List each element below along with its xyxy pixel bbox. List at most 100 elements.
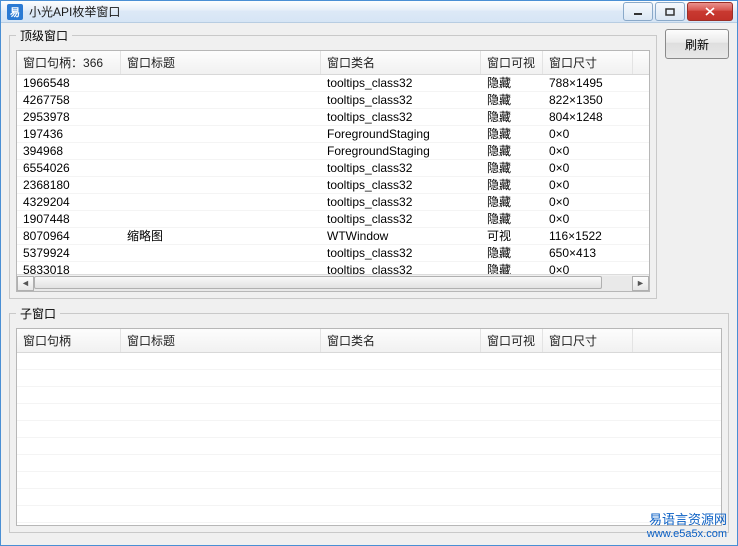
refresh-button[interactable]: 刷新 [665,29,729,59]
col-title[interactable]: 窗口标题 [121,329,321,352]
col-handle[interactable]: 窗口句柄：366 [17,51,121,74]
child-list-header[interactable]: 窗口句柄 窗口标题 窗口类名 窗口可视 窗口尺寸 [17,329,721,353]
table-row[interactable] [17,370,721,387]
footer-link[interactable]: 易语言资源网 www.e5a5x.com [647,512,727,541]
top-windows-group: 顶级窗口 窗口句柄：366 窗口标题 窗口类名 窗口可视 窗口尺寸 196654… [9,27,657,299]
table-row[interactable] [17,353,721,370]
scroll-right-button[interactable]: ► [632,276,649,291]
footer-url: www.e5a5x.com [647,528,727,541]
table-row[interactable] [17,387,721,404]
col-size[interactable]: 窗口尺寸 [543,51,633,74]
top-list-header[interactable]: 窗口句柄：366 窗口标题 窗口类名 窗口可视 窗口尺寸 [17,51,649,75]
cell-size: 788×1495 [543,75,633,91]
table-row[interactable]: 5833018tooltips_class32隐藏0×0 [17,262,649,274]
cell-title [121,211,321,227]
col-size[interactable]: 窗口尺寸 [543,329,633,352]
child-list-body[interactable] [17,353,721,525]
cell-vis: 隐藏 [481,160,543,176]
cell-cls: ForegroundStaging [321,126,481,142]
top-horizontal-scrollbar[interactable]: ◄ ► [17,274,649,291]
cell-title [121,177,321,193]
cell-handle: 5833018 [17,262,121,274]
cell-handle: 5379924 [17,245,121,261]
col-visible[interactable]: 窗口可视 [481,51,543,74]
table-row[interactable]: 394968ForegroundStaging隐藏0×0 [17,143,649,160]
table-row[interactable]: 6554026tooltips_class32隐藏0×0 [17,160,649,177]
maximize-button[interactable] [655,2,685,21]
table-row[interactable]: 5379924tooltips_class32隐藏650×413 [17,245,649,262]
table-row[interactable] [17,421,721,438]
cell-size: 116×1522 [543,228,633,244]
cell-cls: tooltips_class32 [321,92,481,108]
table-row[interactable]: 4267758tooltips_class32隐藏822×1350 [17,92,649,109]
table-row[interactable]: 1907448tooltips_class32隐藏0×0 [17,211,649,228]
top-group-legend: 顶级窗口 [16,27,72,44]
table-row[interactable]: 197436ForegroundStaging隐藏0×0 [17,126,649,143]
cell-vis: 隐藏 [481,92,543,108]
cell-handle: 2368180 [17,177,121,193]
col-title[interactable]: 窗口标题 [121,51,321,74]
cell-title [121,126,321,142]
window-title: 小光API枚举窗口 [29,3,120,20]
child-group-legend: 子窗口 [16,305,60,322]
cell-handle: 8070964 [17,228,121,244]
titlebar[interactable]: 易 小光API枚举窗口 [1,1,737,23]
col-class[interactable]: 窗口类名 [321,51,481,74]
table-row[interactable] [17,506,721,523]
col-handle[interactable]: 窗口句柄 [17,329,121,352]
col-visible[interactable]: 窗口可视 [481,329,543,352]
close-button[interactable] [687,2,733,21]
cell-vis: 隐藏 [481,143,543,159]
cell-vis: 隐藏 [481,211,543,227]
child-windows-list[interactable]: 窗口句柄 窗口标题 窗口类名 窗口可视 窗口尺寸 [16,328,722,526]
cell-title: 缩略图 [121,228,321,244]
cell-vis: 隐藏 [481,75,543,91]
table-row[interactable] [17,489,721,506]
scroll-left-button[interactable]: ◄ [17,276,34,291]
table-row[interactable] [17,455,721,472]
cell-vis: 可视 [481,228,543,244]
cell-size: 0×0 [543,126,633,142]
cell-title [121,92,321,108]
cell-vis: 隐藏 [481,245,543,261]
app-icon: 易 [7,4,23,20]
table-row[interactable]: 4329204tooltips_class32隐藏0×0 [17,194,649,211]
window-controls [623,2,733,21]
cell-cls: tooltips_class32 [321,75,481,91]
cell-vis: 隐藏 [481,194,543,210]
table-row[interactable] [17,472,721,489]
cell-cls: tooltips_class32 [321,109,481,125]
col-class[interactable]: 窗口类名 [321,329,481,352]
client-area: 顶级窗口 窗口句柄：366 窗口标题 窗口类名 窗口可视 窗口尺寸 196654… [1,23,737,545]
cell-handle: 2953978 [17,109,121,125]
table-row[interactable] [17,438,721,455]
cell-handle: 197436 [17,126,121,142]
cell-title [121,262,321,274]
table-row[interactable]: 1966548tooltips_class32隐藏788×1495 [17,75,649,92]
cell-title [121,143,321,159]
cell-cls: tooltips_class32 [321,194,481,210]
cell-title [121,245,321,261]
table-row[interactable]: 2368180tooltips_class32隐藏0×0 [17,177,649,194]
top-list-body[interactable]: 1966548tooltips_class32隐藏788×14954267758… [17,75,649,274]
minimize-button[interactable] [623,2,653,21]
footer-site-name: 易语言资源网 [649,512,727,528]
table-row[interactable] [17,404,721,421]
cell-size: 0×0 [543,143,633,159]
scroll-track[interactable] [34,276,632,291]
cell-cls: tooltips_class32 [321,262,481,274]
cell-cls: tooltips_class32 [321,211,481,227]
table-row[interactable]: 2953978tooltips_class32隐藏804×1248 [17,109,649,126]
cell-size: 804×1248 [543,109,633,125]
top-windows-list[interactable]: 窗口句柄：366 窗口标题 窗口类名 窗口可视 窗口尺寸 1966548tool… [16,50,650,292]
cell-vis: 隐藏 [481,177,543,193]
child-windows-group: 子窗口 窗口句柄 窗口标题 窗口类名 窗口可视 窗口尺寸 [9,305,729,533]
table-row[interactable]: 8070964缩略图WTWindow可视116×1522 [17,228,649,245]
cell-handle: 4329204 [17,194,121,210]
cell-cls: tooltips_class32 [321,177,481,193]
cell-title [121,194,321,210]
cell-cls: ForegroundStaging [321,143,481,159]
scroll-thumb[interactable] [34,276,602,289]
cell-handle: 1907448 [17,211,121,227]
cell-size: 0×0 [543,160,633,176]
